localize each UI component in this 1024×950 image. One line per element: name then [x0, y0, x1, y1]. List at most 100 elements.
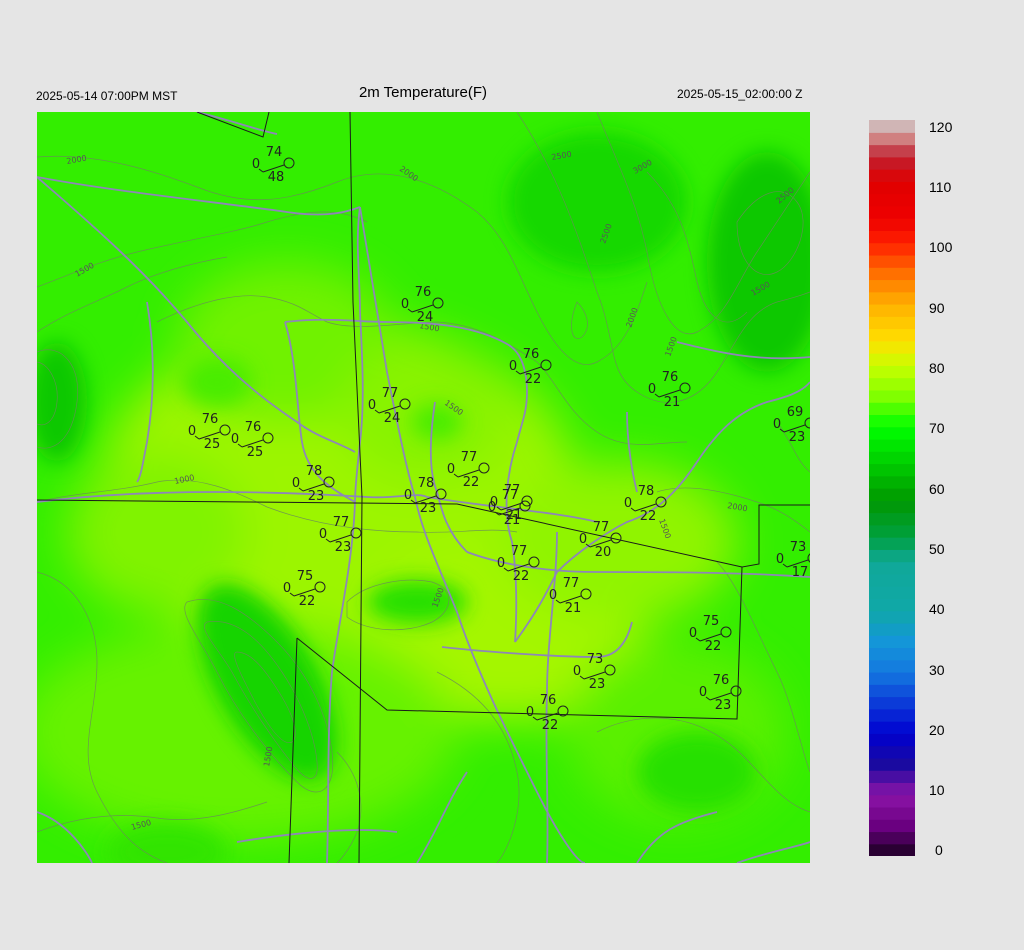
station-wind-speed: 0: [292, 476, 300, 491]
station-wind-speed: 0: [447, 462, 455, 477]
color-band: [869, 353, 915, 366]
color-band: [869, 132, 915, 146]
colorbar-tick-label: 50: [929, 541, 945, 557]
color-band: [869, 684, 915, 698]
color-band: [869, 586, 915, 599]
color-scale-bar: [869, 120, 915, 856]
color-band: [869, 156, 915, 170]
color-band: [869, 659, 915, 673]
station-dewpoint: 23: [335, 540, 352, 555]
color-band: [869, 242, 915, 256]
local-time-label: 2025-05-14 07:00PM MST: [36, 89, 178, 103]
station-wind-speed: 0: [497, 556, 505, 571]
station-temperature: 78: [306, 464, 323, 479]
station-temperature: 76: [540, 693, 557, 708]
station-wind-speed: 0: [773, 417, 781, 432]
station-wind-speed: 0: [368, 398, 376, 413]
station-dewpoint: 20: [595, 545, 612, 560]
station-wind-speed: 0: [624, 496, 632, 511]
color-band: [869, 451, 915, 465]
color-band: [869, 598, 915, 612]
station-wind-speed: 0: [188, 424, 196, 439]
station-wind-speed: 0: [776, 552, 784, 567]
colorbar-tick-label: 120: [929, 119, 953, 135]
station-dewpoint: 22: [513, 569, 530, 584]
station-temperature: 78: [418, 476, 435, 491]
station-dewpoint: 17: [792, 565, 809, 580]
station-wind-speed: 0: [231, 432, 239, 447]
color-band: [869, 549, 915, 563]
color-band: [869, 819, 915, 833]
station-wind-speed: 0: [573, 664, 581, 679]
color-band: [869, 377, 915, 391]
station-wind-speed: 0: [404, 488, 412, 503]
station-dewpoint: 21: [565, 601, 582, 616]
color-band: [869, 770, 915, 783]
station-dewpoint: 25: [204, 437, 221, 452]
color-band: [869, 794, 915, 808]
station-dewpoint: 21: [664, 395, 681, 410]
valid-time-label: 2025-05-15_02:00:00 Z: [677, 87, 803, 101]
station-wind-speed: 0: [549, 588, 557, 603]
color-band: [869, 475, 915, 489]
color-band: [869, 291, 915, 305]
temperature-map: 2000 2000 2500 3000 2500 2500 2000 1500 …: [37, 112, 810, 863]
station-dewpoint: 23: [715, 698, 732, 713]
color-band: [869, 205, 915, 219]
station-temperature: 69: [787, 405, 804, 420]
color-band: [869, 218, 915, 231]
station-temperature: 75: [297, 569, 314, 584]
station-wind-speed: 0: [526, 705, 534, 720]
color-band: [869, 500, 915, 514]
station-temperature: 73: [587, 652, 604, 667]
colorbar-tick-label: 0: [935, 842, 943, 858]
color-band: [869, 721, 915, 734]
station-temperature: 76: [202, 412, 219, 427]
station-dewpoint: 22: [542, 718, 559, 733]
station-wind-speed: 0: [648, 382, 656, 397]
color-band: [869, 193, 915, 207]
color-band: [869, 463, 915, 477]
color-band: [869, 672, 915, 685]
color-band: [869, 635, 915, 649]
station-temperature: 78: [638, 484, 655, 499]
station-dewpoint: 24: [384, 411, 401, 426]
colorbar-tick-label: 60: [929, 481, 945, 497]
station-wind-speed: 0: [579, 532, 587, 547]
color-band: [869, 279, 915, 293]
station-dewpoint: 23: [308, 489, 325, 504]
colorbar-tick-label: 110: [929, 179, 952, 195]
color-band: [869, 267, 915, 281]
color-band: [869, 402, 915, 415]
colorbar-tick-label: 80: [929, 360, 945, 376]
station-dewpoint: 24: [417, 310, 434, 325]
colorbar-tick-label: 30: [929, 662, 945, 678]
color-band: [869, 512, 915, 526]
station-temperature: 75: [703, 614, 720, 629]
color-band: [869, 745, 915, 759]
color-band: [869, 524, 915, 538]
station-temperature: 76: [662, 370, 679, 385]
color-band: [869, 120, 915, 133]
color-band: [869, 304, 915, 317]
station-dewpoint: 23: [589, 677, 606, 692]
color-band: [869, 316, 915, 330]
color-band: [869, 708, 915, 722]
color-band: [869, 254, 915, 268]
color-band: [869, 573, 915, 587]
station-temperature: 77: [593, 520, 610, 535]
color-band: [869, 561, 915, 575]
color-band: [869, 144, 915, 158]
station-temperature: 76: [245, 420, 262, 435]
station-dewpoint: 23: [789, 430, 806, 445]
station-wind-speed: 0: [509, 359, 517, 374]
station-dewpoint: 22: [705, 639, 722, 654]
color-band: [869, 426, 915, 440]
color-band: [869, 414, 915, 428]
station-dewpoint: 22: [463, 475, 480, 490]
color-band: [869, 169, 915, 182]
color-band: [869, 733, 915, 747]
station-temperature: 77: [461, 450, 478, 465]
station-dewpoint: 21: [504, 513, 521, 528]
color-band: [869, 365, 915, 379]
